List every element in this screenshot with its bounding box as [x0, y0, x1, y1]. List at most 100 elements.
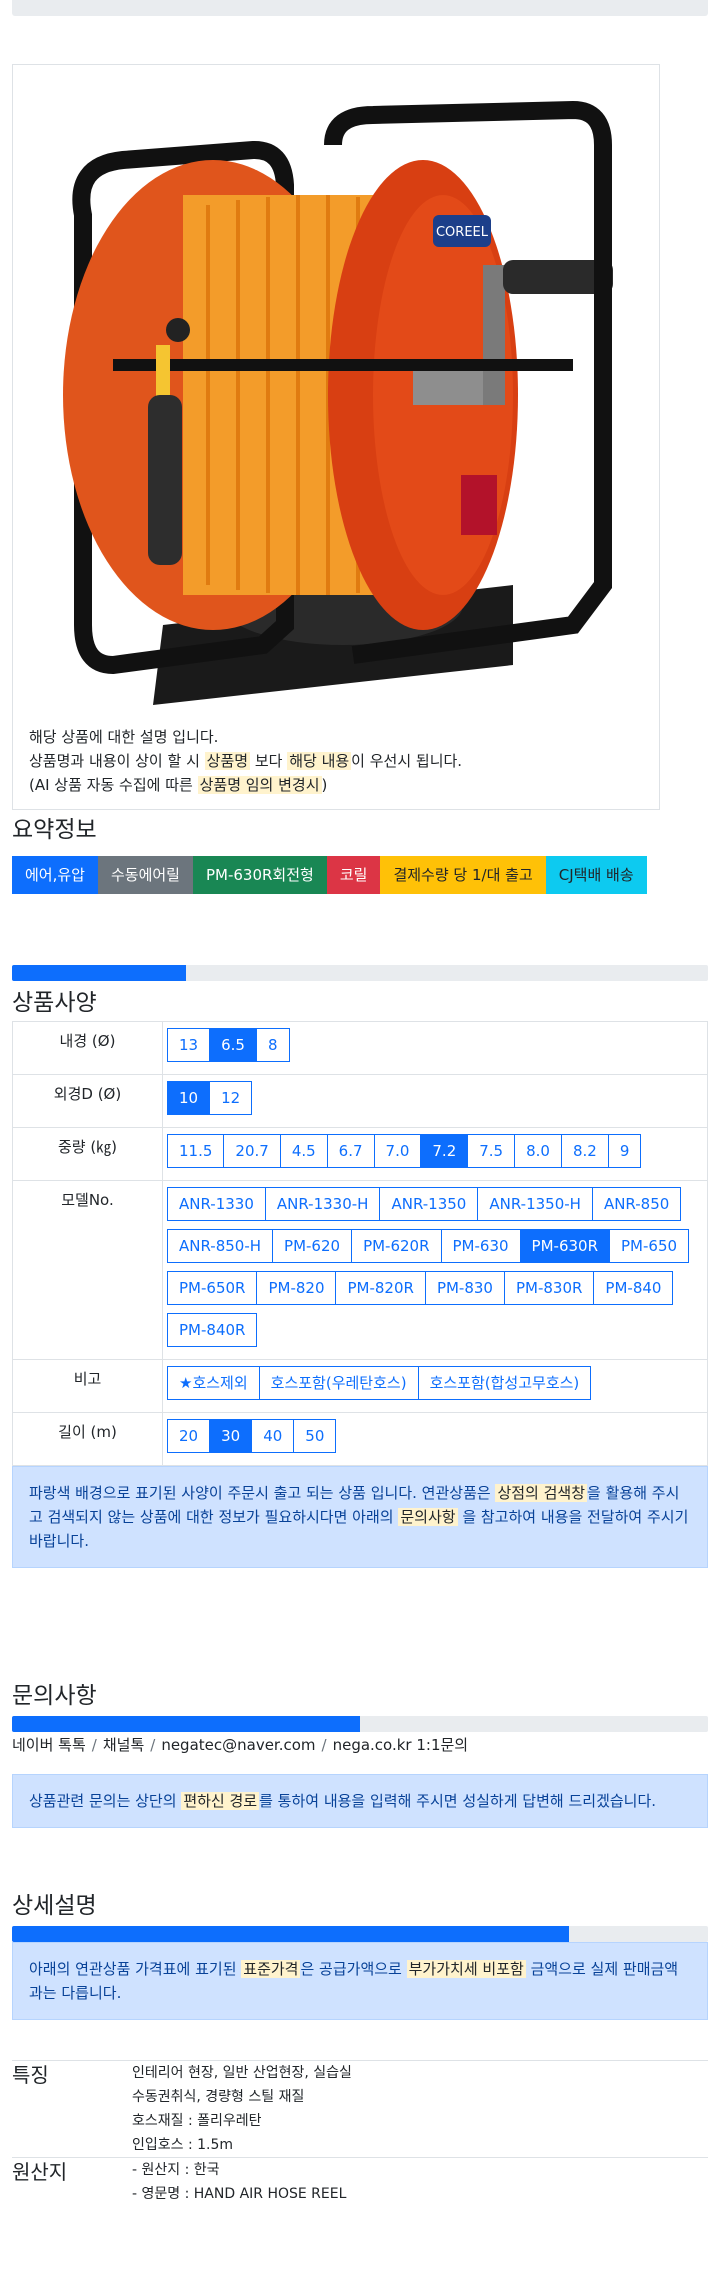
spec-progress-bar	[12, 965, 708, 981]
spec-option-button[interactable]: ANR-850	[591, 1187, 682, 1221]
spec-option-button[interactable]: 8	[255, 1028, 290, 1062]
spec-notice: 파랑색 배경으로 표기된 사양이 주문시 출고 되는 상품 입니다. 연관상품은…	[12, 1466, 708, 1568]
product-image: COREEL	[13, 65, 659, 725]
highlight-inquiry: 문의사항	[398, 1508, 458, 1526]
spec-option-button[interactable]: PM-620	[272, 1229, 353, 1263]
origin-item: - 영문명 : HAND AIR HOSE REEL	[132, 2186, 347, 2202]
link-separator: /	[150, 1736, 156, 1754]
link-separator: /	[321, 1736, 327, 1754]
spec-option-button[interactable]: 11.5	[167, 1134, 225, 1168]
spec-option-button[interactable]: 50	[293, 1419, 337, 1453]
spec-option-button[interactable]: 6.7	[326, 1134, 375, 1168]
spec-label: 모델No.	[12, 1180, 163, 1360]
spec-option-button[interactable]: 호스포함(우레탄호스)	[258, 1366, 419, 1400]
spec-label: 비고	[12, 1359, 163, 1413]
summary-badge: 수동에어릴	[97, 856, 193, 894]
highlight-name-change: 상품명 임의 변경시	[197, 776, 322, 794]
detail-notice: 아래의 연관상품 가격표에 표기된 표준가격 은 공급가액으로 부가가치세 비포함…	[12, 1942, 708, 2020]
contact-link[interactable]: 채널톡	[103, 1736, 144, 1754]
features-row: 특징 인테리어 현장, 일반 산업현장, 실습실 수동권취식, 경량형 스틸 재질…	[12, 2060, 708, 2158]
link-separator: /	[91, 1736, 97, 1754]
spec-options: ★호스제외 호스포함(우레탄호스) 호스포함(합성고무호스)	[162, 1359, 708, 1413]
spec-option-button[interactable]: ANR-1330	[167, 1187, 266, 1221]
spec-option-button[interactable]: 7.2	[420, 1134, 469, 1168]
origin-label: 원산지	[12, 2157, 132, 2206]
spec-option-button[interactable]: ANR-850-H	[167, 1229, 274, 1263]
desc-line-3: (AI 상품 자동 수집에 따른 상품명 임의 변경시)	[29, 776, 328, 794]
spec-option-button[interactable]: 8.0	[514, 1134, 562, 1168]
spec-option-button[interactable]: PM-650R	[167, 1271, 258, 1305]
contact-link[interactable]: nega.co.kr 1:1문의	[333, 1736, 469, 1754]
feature-item: 수동권취식, 경량형 스틸 재질	[132, 2089, 305, 2105]
features-list: 인테리어 현장, 일반 산업현장, 실습실 수동권취식, 경량형 스틸 재질 호스재…	[132, 2060, 708, 2158]
spec-option-button[interactable]: PM-830	[424, 1271, 505, 1305]
spec-option-button[interactable]: 13	[167, 1028, 211, 1062]
spec-option-button[interactable]: 40	[251, 1419, 295, 1453]
contact-link[interactable]: negatec@naver.com	[161, 1736, 315, 1754]
contact-links: 네이버 톡톡 / 채널톡 / negatec@naver.com / nega.co.kr …	[12, 1734, 708, 1756]
highlight-search-box: 상점의 검색창	[495, 1484, 588, 1502]
origin-row: 원산지 - 원산지 : 한국 - 영문명 : HAND AIR HOSE REEL	[12, 2157, 708, 2206]
hose-reel-illustration: COREEL	[63, 100, 613, 705]
spec-row: 모델No. ANR-1330 ANR-1330-H ANR-1350 ANR-1350-…	[12, 1180, 708, 1360]
highlight-content: 해당 내용	[287, 752, 352, 770]
summary-badge: 결제수량 당 1/대 출고	[380, 856, 546, 894]
spec-row: 길이 (m) 20 30 40 50	[12, 1412, 708, 1466]
product-image-card: COREEL 해당 상품에 대한 설명 입니다. 상품명과 내용이 상이 할 시…	[12, 64, 660, 810]
spec-option-button[interactable]: 10	[167, 1081, 211, 1115]
spec-option-button[interactable]: 8.2	[560, 1134, 609, 1168]
spec-option-button[interactable]: PM-620R	[351, 1229, 442, 1263]
desc-line-1: 해당 상품에 대한 설명 입니다.	[29, 728, 219, 746]
spec-option-button[interactable]: 30	[209, 1419, 253, 1453]
spec-option-button[interactable]: 20	[167, 1419, 211, 1453]
summary-badge: PM-630R회전형	[192, 856, 327, 894]
brand-label: COREEL	[436, 225, 489, 240]
inquiry-notice: 상품관련 문의는 상단의 편하신 경로 를 통하여 내용을 입력해 주시면 성실하…	[12, 1774, 708, 1828]
spec-row: 비고 ★호스제외 호스포함(우레탄호스) 호스포함(합성고무호스)	[12, 1359, 708, 1413]
spec-option-button[interactable]: PM-630R	[519, 1229, 610, 1263]
contact-link[interactable]: 네이버 톡톡	[12, 1736, 86, 1754]
spec-option-button[interactable]: 4.5	[279, 1134, 328, 1168]
origin-item: - 원산지 : 한국	[132, 2162, 220, 2178]
spec-option-button[interactable]: PM-840R	[167, 1313, 258, 1347]
desc-line-2: 상품명과 내용이 상이 할 시 상품명 보다 해당 내용 이 우선시 됩니다.	[29, 752, 463, 770]
highlight-convenient-path: 편하신 경로	[181, 1792, 260, 1810]
spec-option-button[interactable]: ANR-1330-H	[264, 1187, 381, 1221]
spec-option-button[interactable]: 7.0	[373, 1134, 422, 1168]
spec-label: 내경 (Ø)	[12, 1021, 163, 1075]
spec-options: 20 30 40 50	[162, 1412, 708, 1466]
spec-label: 길이 (m)	[12, 1412, 163, 1466]
spec-options: ANR-1330 ANR-1330-H ANR-1350 ANR-1350-H ANR-…	[162, 1180, 708, 1360]
spec-option-button[interactable]: 12	[209, 1081, 253, 1115]
spec-option-button[interactable]: PM-830R	[503, 1271, 595, 1305]
spec-option-button[interactable]: PM-630	[440, 1229, 521, 1263]
spec-options: 10 12	[162, 1074, 708, 1128]
spec-option-button[interactable]: PM-650	[609, 1229, 690, 1263]
highlight-standard-price: 표준가격	[241, 1960, 301, 1978]
highlight-vat-excluded: 부가가치세 비포함	[406, 1960, 526, 1978]
spec-options: 11.5 20.7 4.5 6.7 7.0 7.2 7.5 8.0 8.2 9	[162, 1127, 708, 1181]
spec-option-button[interactable]: PM-820	[256, 1271, 337, 1305]
features-label: 특징	[12, 2060, 132, 2158]
feature-table: 특징 인테리어 현장, 일반 산업현장, 실습실 수동권취식, 경량형 스틸 재질…	[12, 2060, 708, 2206]
top-progress-bar	[12, 0, 708, 16]
spec-title: 상품사양	[12, 990, 97, 1016]
spec-option-button[interactable]: 9	[607, 1134, 642, 1168]
spec-option-button[interactable]: 7.5	[467, 1134, 516, 1168]
spec-label: 외경D (Ø)	[12, 1074, 163, 1128]
spec-option-button[interactable]: 6.5	[209, 1028, 257, 1062]
inquiry-progress-fill	[12, 1716, 360, 1732]
spec-option-button[interactable]: ★호스제외	[167, 1366, 260, 1400]
spec-option-button[interactable]: ANR-1350	[379, 1187, 479, 1221]
feature-item: 인입호스 : 1.5m	[132, 2137, 234, 2153]
spec-option-button[interactable]: PM-840	[593, 1271, 674, 1305]
spec-option-button[interactable]: 20.7	[223, 1134, 281, 1168]
summary-title: 요약정보	[12, 817, 97, 843]
detail-progress-bar	[12, 1926, 708, 1942]
spec-option-button[interactable]: PM-820R	[335, 1271, 426, 1305]
spec-row: 외경D (Ø) 10 12	[12, 1074, 708, 1128]
spec-option-button[interactable]: ANR-1350-H	[477, 1187, 593, 1221]
spec-progress-fill	[12, 965, 186, 981]
spec-option-button[interactable]: 호스포함(합성고무호스)	[417, 1366, 592, 1400]
spec-table: 내경 (Ø) 13 6.5 8 외경D (Ø) 10 12 중량 (㎏) 11.5 20.7 4.5…	[12, 1021, 708, 1466]
